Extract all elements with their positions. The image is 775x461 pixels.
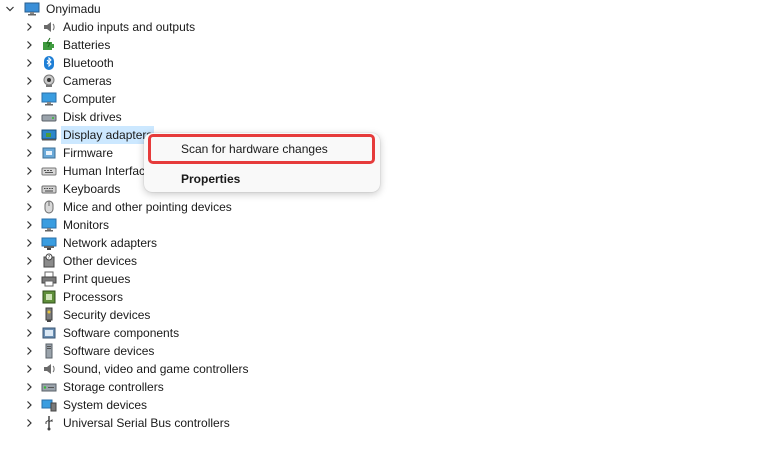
tree-item-label: Disk drives	[63, 110, 122, 124]
processor-icon	[41, 289, 57, 305]
tree-item-universal-serial-bus-controllers[interactable]: Universal Serial Bus controllers	[23, 414, 232, 432]
battery-icon	[41, 37, 57, 53]
tree-item-label: Software devices	[63, 344, 155, 358]
tree-item-disk-drives[interactable]: Disk drives	[23, 108, 124, 126]
tree-item-monitors[interactable]: Monitors	[23, 216, 111, 234]
chevron-right-icon[interactable]	[23, 345, 35, 357]
sound-icon	[41, 361, 57, 377]
tree-item-cameras[interactable]: Cameras	[23, 72, 114, 90]
tree-item-label: Batteries	[63, 38, 111, 52]
tree-item-firmware[interactable]: Firmware	[23, 144, 115, 162]
display-adapter-icon	[41, 127, 57, 143]
bluetooth-icon	[41, 55, 57, 71]
tree-item-label: Mice and other pointing devices	[63, 200, 232, 214]
tree-item-network-adapters[interactable]: Network adapters	[23, 234, 159, 252]
tree-item-label: Network adapters	[63, 236, 158, 250]
chevron-right-icon[interactable]	[23, 399, 35, 411]
annotation-highlight-box	[148, 134, 375, 164]
chevron-right-icon[interactable]	[23, 39, 35, 51]
tree-item-label: Security devices	[63, 308, 151, 322]
security-device-icon	[41, 307, 57, 323]
tree-item-label: Display adapters	[61, 126, 155, 144]
chevron-right-icon[interactable]	[23, 255, 35, 267]
tree-item-security-devices[interactable]: Security devices	[23, 306, 152, 324]
tree-item-bluetooth[interactable]: Bluetooth	[23, 54, 116, 72]
tree-item-label: Monitors	[63, 218, 110, 232]
tree-item-mice-and-other-pointing-devices[interactable]: Mice and other pointing devices	[23, 198, 234, 216]
chevron-right-icon[interactable]	[23, 219, 35, 231]
speaker-icon	[41, 19, 57, 35]
chevron-right-icon[interactable]	[23, 273, 35, 285]
chevron-down-icon[interactable]	[4, 3, 16, 15]
tree-item-label: Software components	[63, 326, 180, 340]
usb-icon	[41, 415, 57, 431]
properties-item[interactable]: Properties	[152, 168, 372, 190]
tree-item-keyboards[interactable]: Keyboards	[23, 180, 122, 198]
tree-item-label: Sound, video and game controllers	[63, 362, 249, 376]
chevron-right-icon[interactable]	[23, 75, 35, 87]
tree-item-print-queues[interactable]: Print queues	[23, 270, 132, 288]
tree-item-human-interfac[interactable]: Human Interfac	[23, 162, 147, 180]
tree-item-storage-controllers[interactable]: Storage controllers	[23, 378, 166, 396]
system-device-icon	[41, 397, 57, 413]
tree-item-label: Storage controllers	[63, 380, 164, 394]
tree-item-label: Firmware	[63, 146, 113, 160]
tree-item-other-devices[interactable]: ? Other devices	[23, 252, 139, 270]
mouse-icon	[41, 199, 57, 215]
chevron-right-icon[interactable]	[23, 291, 35, 303]
camera-icon	[41, 73, 57, 89]
chevron-right-icon[interactable]	[23, 111, 35, 123]
tree-item-label: Bluetooth	[63, 56, 114, 70]
chevron-right-icon[interactable]	[23, 327, 35, 339]
tree-item-label: Cameras	[63, 74, 112, 88]
unknown-device-icon: ?	[41, 253, 57, 269]
printer-icon	[41, 271, 57, 287]
tree-item-software-devices[interactable]: Software devices	[23, 342, 156, 360]
tree-item-processors[interactable]: Processors	[23, 288, 125, 306]
tree-item-label: Audio inputs and outputs	[63, 20, 196, 34]
computer-root-icon	[24, 1, 40, 17]
tree-item-label: System devices	[63, 398, 148, 412]
firmware-icon	[41, 145, 57, 161]
chevron-right-icon[interactable]	[23, 309, 35, 321]
tree-item-label: Universal Serial Bus controllers	[63, 416, 230, 430]
computer-icon	[41, 91, 57, 107]
chevron-right-icon[interactable]	[23, 183, 35, 195]
chevron-right-icon[interactable]	[23, 57, 35, 69]
tree-root[interactable]: Onyimadu	[4, 0, 103, 18]
tree-item-label: Print queues	[63, 272, 131, 286]
chevron-right-icon[interactable]	[23, 417, 35, 429]
tree-item-label: Keyboards	[63, 182, 121, 196]
svg-text:?: ?	[48, 255, 51, 261]
software-device-icon	[41, 343, 57, 359]
network-adapter-icon	[41, 235, 57, 251]
tree-item-software-components[interactable]: Software components	[23, 324, 181, 342]
tree-item-display-adapters[interactable]: Display adapters	[23, 126, 155, 144]
monitor-icon	[41, 217, 57, 233]
software-component-icon	[41, 325, 57, 341]
tree-item-label: Computer	[63, 92, 116, 106]
tree-item-system-devices[interactable]: System devices	[23, 396, 149, 414]
storage-controller-icon	[41, 379, 57, 395]
chevron-right-icon[interactable]	[23, 237, 35, 249]
tree-item-audio-inputs-and-outputs[interactable]: Audio inputs and outputs	[23, 18, 197, 36]
chevron-right-icon[interactable]	[23, 21, 35, 33]
chevron-right-icon[interactable]	[23, 129, 35, 141]
chevron-right-icon[interactable]	[23, 363, 35, 375]
tree-item-label: Human Interfac	[63, 164, 146, 178]
disk-drive-icon	[41, 109, 57, 125]
chevron-right-icon[interactable]	[23, 93, 35, 105]
chevron-right-icon[interactable]	[23, 201, 35, 213]
chevron-right-icon[interactable]	[23, 165, 35, 177]
chevron-right-icon[interactable]	[23, 381, 35, 393]
human-interface-icon	[41, 163, 57, 179]
tree-item-computer[interactable]: Computer	[23, 90, 118, 108]
tree-item-sound-video-and-game-controllers[interactable]: Sound, video and game controllers	[23, 360, 250, 378]
tree-root-label: Onyimadu	[46, 2, 101, 16]
tree-item-label: Other devices	[63, 254, 138, 268]
tree-item-batteries[interactable]: Batteries	[23, 36, 112, 54]
keyboard-icon	[41, 181, 57, 197]
tree-item-label: Processors	[63, 290, 124, 304]
chevron-right-icon[interactable]	[23, 147, 35, 159]
